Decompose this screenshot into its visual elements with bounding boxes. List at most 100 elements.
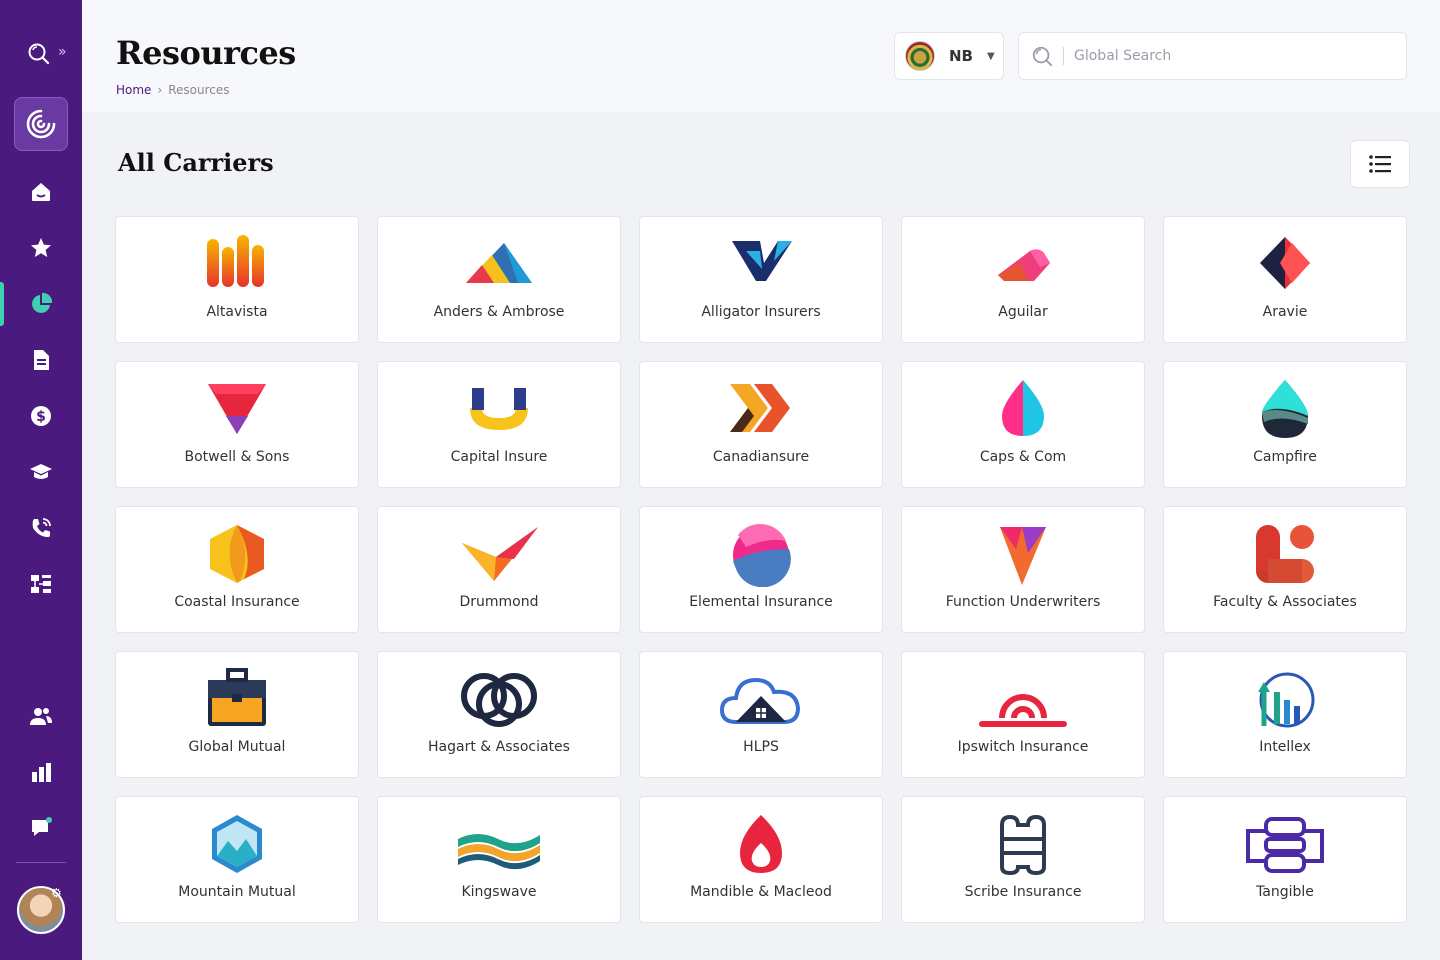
carrier-name: Function Underwriters [945,594,1101,610]
carrier-card[interactable]: Drummond [377,506,621,633]
search-input[interactable] [1074,48,1374,64]
carrier-name: Faculty & Associates [1213,594,1357,610]
dollar-icon[interactable]: $ [0,388,82,444]
cloud-house-icon [640,666,882,734]
home-icon[interactable] [0,164,82,220]
breadcrumb: Home › Resources [116,83,230,97]
search-icon[interactable] [26,41,50,65]
elemental-circle-icon [640,521,882,589]
app-logo-icon[interactable] [14,97,68,151]
carrier-card[interactable]: Faculty & Associates [1163,506,1407,633]
faculty-blobs-icon [1164,521,1406,589]
mandible-flame-icon [640,811,882,879]
carrier-card[interactable]: Ipswitch Insurance [901,651,1145,778]
coastal-hex-icon [116,521,358,589]
drummond-check-icon [378,521,620,589]
phone-icon[interactable] [0,500,82,556]
carrier-card[interactable]: Elemental Insurance [639,506,883,633]
carrier-card[interactable]: Hagart & Associates [377,651,621,778]
region-selector[interactable]: NB ▼ [894,32,1004,80]
list-view-button[interactable] [1350,140,1410,188]
list-icon [1369,155,1391,173]
carrier-card[interactable]: Scribe Insurance [901,796,1145,923]
capital-u-icon [378,376,620,444]
graduation-cap-icon[interactable] [0,444,82,500]
carrier-card[interactable]: Global Mutual [115,651,359,778]
svg-text:$: $ [36,409,46,425]
carrier-card[interactable]: Intellex [1163,651,1407,778]
scribe-frame-icon [902,811,1144,879]
carrier-name: Global Mutual [188,739,286,755]
caret-down-icon: ▼ [987,50,995,62]
carrier-card[interactable]: Aguilar [901,216,1145,343]
carrier-card[interactable]: Canadiansure [639,361,883,488]
alligator-v-icon [640,231,882,299]
carrier-card[interactable]: Tangible [1163,796,1407,923]
carrier-name: Elemental Insurance [689,594,833,610]
carrier-name: Kingswave [461,884,537,900]
chevron-double-right-icon[interactable]: » [58,44,67,60]
gear-icon[interactable]: ⚙ [51,886,65,900]
carrier-card[interactable]: Alligator Insurers [639,216,883,343]
hagart-rings-icon [378,666,620,734]
briefcase-icon [116,666,358,734]
section-title: All Carriers [118,148,274,177]
province-flag-icon [905,41,935,71]
breadcrumb-home[interactable]: Home [116,83,151,97]
carrier-name: Tangible [1256,884,1314,900]
carrier-name: HLPS [743,739,779,755]
tangible-stack-icon [1164,811,1406,879]
carrier-name: Drummond [459,594,539,610]
org-chart-icon[interactable] [0,556,82,612]
carrier-card[interactable]: Altavista [115,216,359,343]
carrier-name: Mandible & Macleod [690,884,832,900]
carrier-name: Alligator Insurers [701,304,821,320]
carrier-name: Anders & Ambrose [433,304,565,320]
carrier-card[interactable]: Botwell & Sons [115,361,359,488]
carrier-name: Aravie [1262,304,1308,320]
carrier-name: Intellex [1259,739,1311,755]
main-content: All Carriers Altavista Anders & Ambrose [82,112,1440,960]
carrier-name: Ipswitch Insurance [957,739,1089,755]
carrier-name: Altavista [206,304,268,320]
breadcrumb-current: Resources [168,83,230,97]
carrier-card[interactable]: Kingswave [377,796,621,923]
page-title: Resources [116,34,296,72]
carrier-name: Campfire [1253,449,1317,465]
search-icon [1032,46,1053,67]
intellex-circle-icon [1164,666,1406,734]
carrier-card[interactable]: Caps & Com [901,361,1145,488]
chat-icon[interactable] [0,800,82,856]
aravie-diamond-icon [1164,231,1406,299]
botwell-triangle-icon [116,376,358,444]
star-icon[interactable] [0,220,82,276]
carrier-card[interactable]: Function Underwriters [901,506,1145,633]
carrier-card[interactable]: HLPS [639,651,883,778]
bar-chart-icon[interactable] [0,744,82,800]
carrier-name: Coastal Insurance [174,594,300,610]
carrier-card[interactable]: Coastal Insurance [115,506,359,633]
campfire-drop-icon [1164,376,1406,444]
function-gem-icon [902,521,1144,589]
carrier-name: Mountain Mutual [178,884,296,900]
carrier-card[interactable]: Anders & Ambrose [377,216,621,343]
altavista-bars-icon [116,231,358,299]
carrier-card[interactable]: Mountain Mutual [115,796,359,923]
document-icon[interactable] [0,332,82,388]
carrier-card[interactable]: Aravie [1163,216,1407,343]
users-icon[interactable] [0,688,82,744]
header: Resources Home › Resources NB ▼ [82,0,1440,112]
sidebar: » $ ⚙ [0,0,82,960]
ipswitch-arcs-icon [902,666,1144,734]
carrier-name: Aguilar [998,304,1048,320]
carrier-card[interactable]: Mandible & Macleod [639,796,883,923]
sidebar-top: » [0,28,82,78]
canadiansure-chevrons-icon [640,376,882,444]
mountain-hex-icon [116,811,358,879]
carrier-grid: Altavista Anders & Ambrose Alligator Ins… [115,216,1407,923]
carrier-card[interactable]: Campfire [1163,361,1407,488]
carrier-name: Caps & Com [979,449,1067,465]
carrier-name: Scribe Insurance [964,884,1082,900]
carrier-card[interactable]: Capital Insure [377,361,621,488]
pie-chart-icon[interactable] [0,276,82,332]
